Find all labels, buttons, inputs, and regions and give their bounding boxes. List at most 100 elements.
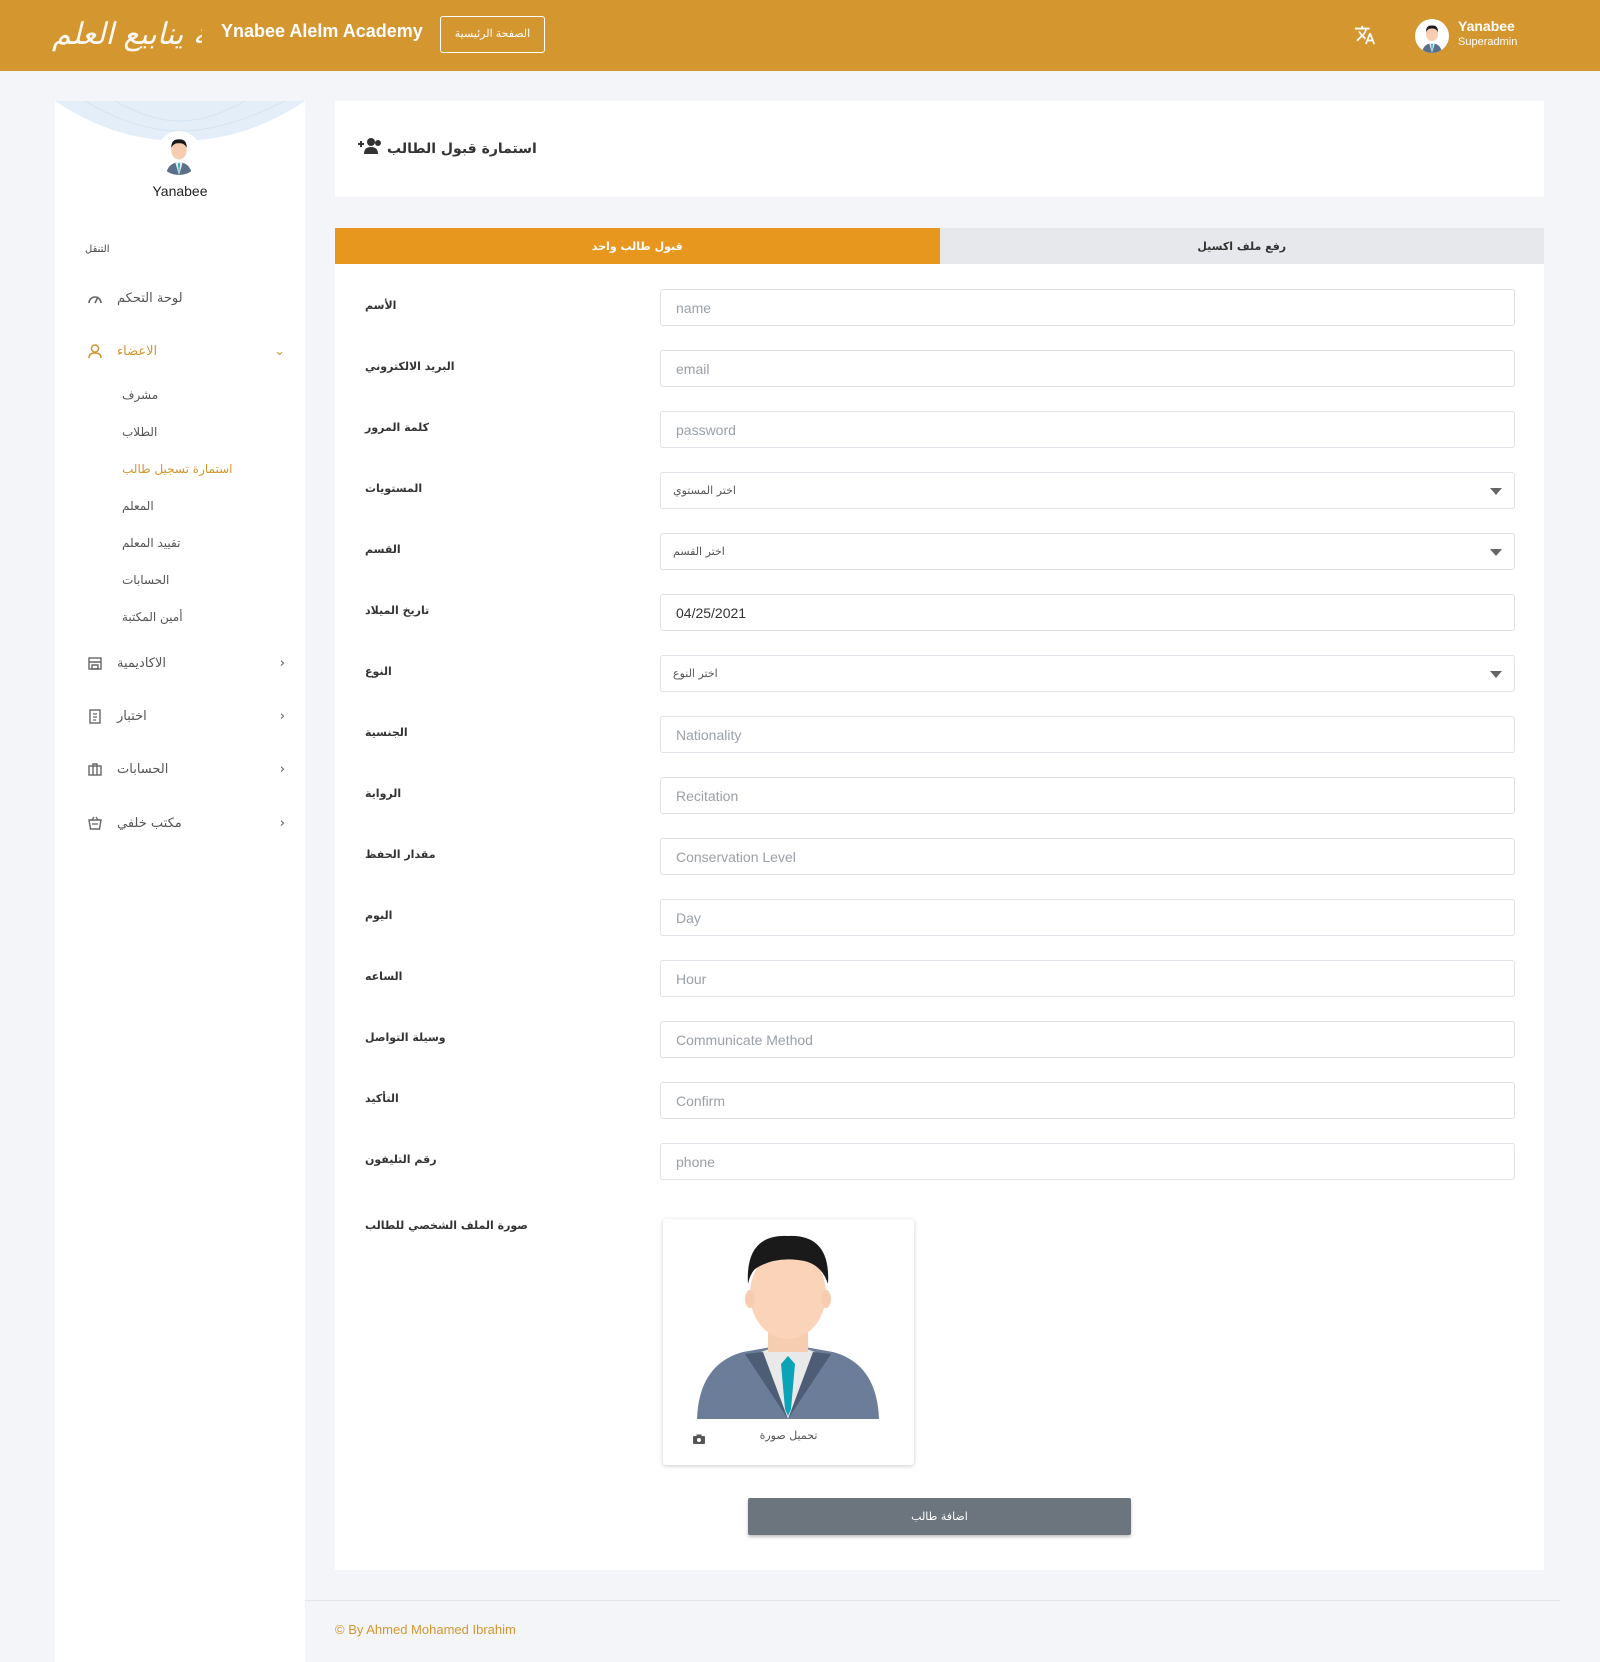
- tab-single-student[interactable]: قبول طالب واحد: [335, 228, 940, 264]
- day-label: اليوم: [365, 909, 393, 922]
- chevron-down-icon: ⌄: [274, 343, 285, 359]
- add-student-button[interactable]: اضافة طالب: [748, 1498, 1131, 1535]
- sidebar-subitem-accounts[interactable]: الحسابات: [122, 573, 169, 587]
- password-input[interactable]: [660, 411, 1515, 448]
- sidebar-item-label: الحسابات: [117, 761, 169, 777]
- sidebar-item-back-office[interactable]: مكتب خلفي ›: [85, 808, 285, 838]
- form-row-communicate-method: وسيلة التواصل: [335, 1021, 1544, 1061]
- user-avatar[interactable]: [1415, 19, 1449, 53]
- sidebar-avatar: [157, 131, 201, 175]
- confirm-input[interactable]: [660, 1082, 1515, 1119]
- form-row-conservation-level: مقدار الحفظ: [335, 838, 1544, 878]
- sidebar-subitem-teacher[interactable]: المعلم: [122, 499, 154, 513]
- recitation-input[interactable]: [660, 777, 1515, 814]
- phone-label: رقم التليفون: [365, 1153, 437, 1166]
- name-input[interactable]: [660, 289, 1515, 326]
- form-row-day: اليوم: [335, 899, 1544, 939]
- level-label: المستويات: [365, 482, 423, 495]
- upload-photo-button[interactable]: تحميل صورة: [663, 1429, 914, 1444]
- hour-label: الساعه: [365, 970, 403, 983]
- briefcase-icon: [85, 759, 105, 779]
- nationality-input[interactable]: [660, 716, 1515, 753]
- form-row-nationality: الجنسية: [335, 716, 1544, 756]
- home-page-button[interactable]: الصفحة الرئيسية: [440, 16, 545, 53]
- gender-select[interactable]: اختر النوع: [660, 655, 1515, 692]
- sidebar-item-label: الاعضاء: [117, 343, 158, 359]
- birthdate-label: تاريخ الميلاد: [365, 604, 430, 617]
- form-row-recitation: الرواية: [335, 777, 1544, 817]
- footer-divider: [305, 1600, 1560, 1601]
- footer-credit: © By Ahmed Mohamed Ibrahim: [335, 1622, 516, 1637]
- brand-name[interactable]: Ynabee Alelm Academy: [221, 21, 423, 42]
- sidebar-item-academy[interactable]: الاكاديمية ›: [85, 648, 285, 678]
- form-row-phone: رقم التليفون: [335, 1143, 1544, 1183]
- add-user-icon: [357, 137, 383, 160]
- recitation-label: الرواية: [365, 787, 402, 800]
- sidebar-subitem-supervisor[interactable]: مشرف: [122, 388, 158, 402]
- gender-label: النوع: [365, 665, 392, 678]
- caret-down-icon: [1490, 488, 1502, 495]
- phone-input[interactable]: [660, 1143, 1515, 1180]
- sidebar-item-members[interactable]: الاعضاء ⌄: [85, 336, 285, 366]
- sidebar-subitem-librarian[interactable]: أمين المكتبة: [122, 610, 183, 624]
- translate-icon[interactable]: [1354, 24, 1376, 51]
- form-row-confirm: التأكيد: [335, 1082, 1544, 1122]
- sidebar: Yanabee التنقل لوحة التحكم الاعضاء ⌄ مشر…: [55, 101, 305, 1662]
- upload-photo-label: تحميل صورة: [759, 1429, 818, 1442]
- chevron-right-icon: ›: [279, 655, 285, 671]
- form-row-email: البريد الالكتروني: [335, 350, 1544, 390]
- form-row-birthdate: تاريخ الميلاد: [335, 594, 1544, 634]
- form-tabs: قبول طالب واحد رفع ملف اكسيل: [335, 228, 1544, 264]
- nationality-label: الجنسية: [365, 726, 408, 739]
- sidebar-item-label: اختبار: [117, 708, 147, 724]
- email-input[interactable]: [660, 350, 1515, 387]
- email-label: البريد الالكتروني: [365, 360, 455, 373]
- sidebar-subitem-teacher-registration[interactable]: تقييد المعلم: [122, 536, 180, 550]
- tab-excel-upload[interactable]: رفع ملف اكسيل: [939, 228, 1544, 264]
- caret-down-icon: [1490, 549, 1502, 556]
- birthdate-input[interactable]: [660, 594, 1515, 631]
- profile-photo-label: صورة الملف الشخصي للطالب: [365, 1219, 528, 1232]
- password-label: كلمة المرور: [365, 421, 430, 434]
- page-title: استمارة قبول الطالب: [387, 141, 537, 157]
- day-input[interactable]: [660, 899, 1515, 936]
- name-label: الأسم: [365, 299, 397, 312]
- confirm-label: التأكيد: [365, 1092, 399, 1105]
- sidebar-user-name: Yanabee: [152, 183, 208, 199]
- user-info[interactable]: Yanabee Superadmin: [1458, 18, 1517, 48]
- form-row-password: كلمة المرور: [335, 411, 1544, 451]
- sidebar-item-label: الاكاديمية: [117, 655, 166, 671]
- sidebar-subitem-student-registration[interactable]: استمارة تسجيل طالب: [122, 462, 232, 476]
- section-label: القسم: [365, 543, 401, 556]
- form-row-gender: النوع اختر النوع: [335, 655, 1544, 695]
- sidebar-item-label: لوحة التحكم: [117, 290, 183, 306]
- communicate-method-input[interactable]: [660, 1021, 1515, 1058]
- level-select-value: اختر المستوي: [673, 484, 736, 497]
- sidebar-item-accounts[interactable]: الحسابات ›: [85, 754, 285, 784]
- chevron-right-icon: ›: [279, 708, 285, 724]
- form-row-hour: الساعه: [335, 960, 1544, 1000]
- sidebar-item-exam[interactable]: اختبار ›: [85, 701, 285, 731]
- academy-logo[interactable]: أكاديمية ينابيع العلم: [52, 10, 202, 60]
- section-select-value: اختر القسم: [673, 545, 725, 558]
- top-navbar: أكاديمية ينابيع العلم Ynabee Alelm Acade…: [0, 0, 1600, 71]
- sidebar-subitem-students[interactable]: الطلاب: [122, 425, 157, 439]
- clipboard-icon: [85, 706, 105, 726]
- hour-input[interactable]: [660, 960, 1515, 997]
- profile-photo-uploader[interactable]: تحميل صورة: [663, 1219, 914, 1465]
- user-name: Yanabee: [1458, 18, 1515, 34]
- student-form: الأسم البريد الالكتروني كلمة المرور المس…: [335, 264, 1544, 1570]
- conservation-level-label: مقدار الحفظ: [365, 848, 436, 861]
- form-row-section: القسم اختر القسم: [335, 533, 1544, 573]
- level-select[interactable]: اختر المستوي: [660, 472, 1515, 509]
- chevron-right-icon: ›: [279, 761, 285, 777]
- page-header-card: استمارة قبول الطالب: [335, 101, 1544, 197]
- user-icon: [85, 341, 105, 361]
- sidebar-item-dashboard[interactable]: لوحة التحكم: [85, 283, 285, 313]
- user-role: Superadmin: [1458, 36, 1518, 48]
- form-row-name: الأسم: [335, 289, 1544, 329]
- section-select[interactable]: اختر القسم: [660, 533, 1515, 570]
- conservation-level-input[interactable]: [660, 838, 1515, 875]
- form-row-level: المستويات اختر المستوي: [335, 472, 1544, 512]
- caret-down-icon: [1490, 671, 1502, 678]
